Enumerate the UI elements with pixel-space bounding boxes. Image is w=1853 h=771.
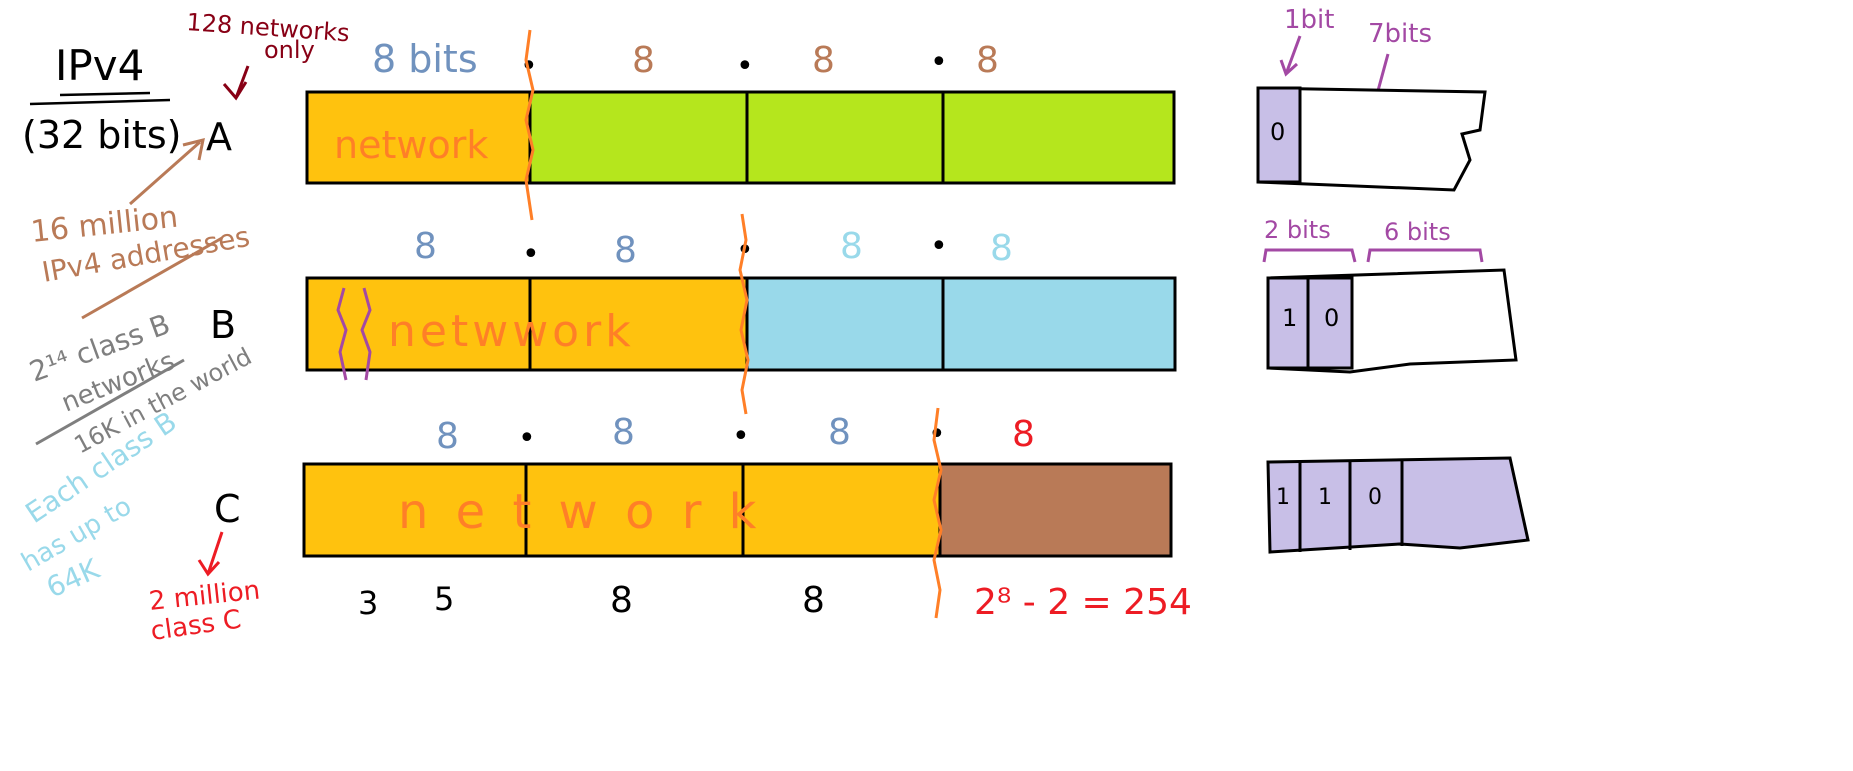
class-c-label: C: [214, 487, 241, 531]
bottom-label-8-first: 8: [610, 580, 633, 621]
row-b-network-text: netwwork: [388, 306, 635, 357]
note-a-networks-line2: only: [264, 36, 315, 64]
prefix-a-label-left: 1bit: [1284, 5, 1334, 35]
prefix-b-label-right: 6 bits: [1384, 218, 1451, 246]
row-class-a: 8 bits • 8 • 8 • 8 network: [305, 29, 1176, 221]
title-bits: (32 bits): [22, 113, 181, 157]
prefix-box-class-c: 1 1 0: [1266, 456, 1530, 554]
prefix-a-arrow-left: [1279, 35, 1302, 77]
row-a-dot-3: •: [930, 45, 948, 80]
prefix-b-brace-right: [1366, 248, 1484, 263]
note-a-arrow: [222, 65, 250, 101]
prefix-b-bit-0-text: 1: [1282, 304, 1297, 332]
bottom-label-8-second: 8: [802, 580, 825, 621]
bottom-labels: 3 5 8 8 2⁸ - 2 = 254: [358, 580, 1192, 623]
class-b-label: B: [210, 303, 236, 347]
note-c-arrow: [197, 531, 224, 577]
row-a-octet-label-1: 8 bits: [372, 37, 478, 81]
bottom-label-3: 3: [358, 584, 378, 622]
prefix-box-class-b: 2 bits 6 bits 1 0: [1262, 216, 1518, 374]
row-a-octet-label-2: 8: [632, 40, 655, 81]
row-b-dot-1: •: [522, 237, 540, 272]
row-c-dot-2: •: [732, 419, 750, 454]
row-b-host-octet-3: [745, 276, 945, 372]
row-a-host-octet-2: [528, 90, 749, 185]
ipv4-class-diagram: IPv4 (32 bits) 128 networks only 16 mill…: [17, 5, 1530, 647]
row-c-dot-1: •: [518, 421, 536, 456]
row-b-host-octet-4: [941, 276, 1177, 372]
row-a-dot-2: •: [736, 49, 754, 84]
prefix-a-label-right: 7bits: [1368, 19, 1432, 49]
title-ipv4: IPv4: [55, 41, 144, 90]
note-a-networks: 128 networks only: [186, 8, 351, 101]
prefix-c-bit-2-text: 0: [1368, 485, 1382, 510]
prefix-c-bit-1-text: 1: [1318, 485, 1332, 510]
prefix-b-label-left: 2 bits: [1264, 216, 1331, 244]
row-c-network-text: n e t w o r k: [398, 484, 762, 540]
title-underline: [59, 91, 151, 97]
class-a-label: A: [206, 115, 232, 159]
prefix-c-outline: [1266, 456, 1530, 554]
row-b-octet-label-1: 8: [414, 226, 437, 267]
prefix-c-bit-0-text: 1: [1276, 485, 1290, 510]
title-divider: [29, 98, 171, 106]
row-class-b: 8 • 8 • 8 • 8 netwwork: [305, 213, 1177, 415]
row-b-dot-3: •: [930, 229, 948, 264]
prefix-b-bit-1-text: 0: [1324, 304, 1339, 332]
row-a-network-text: network: [334, 123, 488, 167]
row-c-octet-label-3: 8: [828, 412, 851, 453]
note-a-addresses: 16 million IPv4 addresses: [29, 137, 252, 320]
hosts-formula: 2⁸ - 2 = 254: [974, 582, 1192, 623]
class-labels: A B C: [206, 115, 241, 531]
prefix-b-brace-left: [1262, 248, 1357, 263]
row-c-host-octet-4: [938, 462, 1173, 558]
row-c-octet-label-4: 8: [1012, 414, 1035, 455]
row-a-octet-label-4: 8: [976, 40, 999, 81]
row-c-network-octet-3: [741, 462, 942, 558]
row-b-octet-label-4: 8: [990, 228, 1013, 269]
row-c-octet-label-1: 8: [436, 416, 459, 457]
row-a-host-octet-4: [941, 90, 1176, 185]
bottom-label-5: 5: [434, 580, 454, 618]
row-a-host-octet-3: [745, 90, 945, 185]
row-a-octet-label-3: 8: [812, 40, 835, 81]
row-b-octet-label-3: 8: [840, 226, 863, 267]
note-c-networks: 2 million class C: [148, 531, 262, 647]
row-c-octet-label-2: 8: [612, 412, 635, 453]
prefix-a-bit-0-text: 0: [1270, 118, 1285, 146]
row-b-octet-label-2: 8: [614, 230, 637, 271]
prefix-box-class-a: 1bit 7bits 0: [1256, 5, 1487, 192]
title-group: IPv4 (32 bits): [22, 41, 181, 157]
